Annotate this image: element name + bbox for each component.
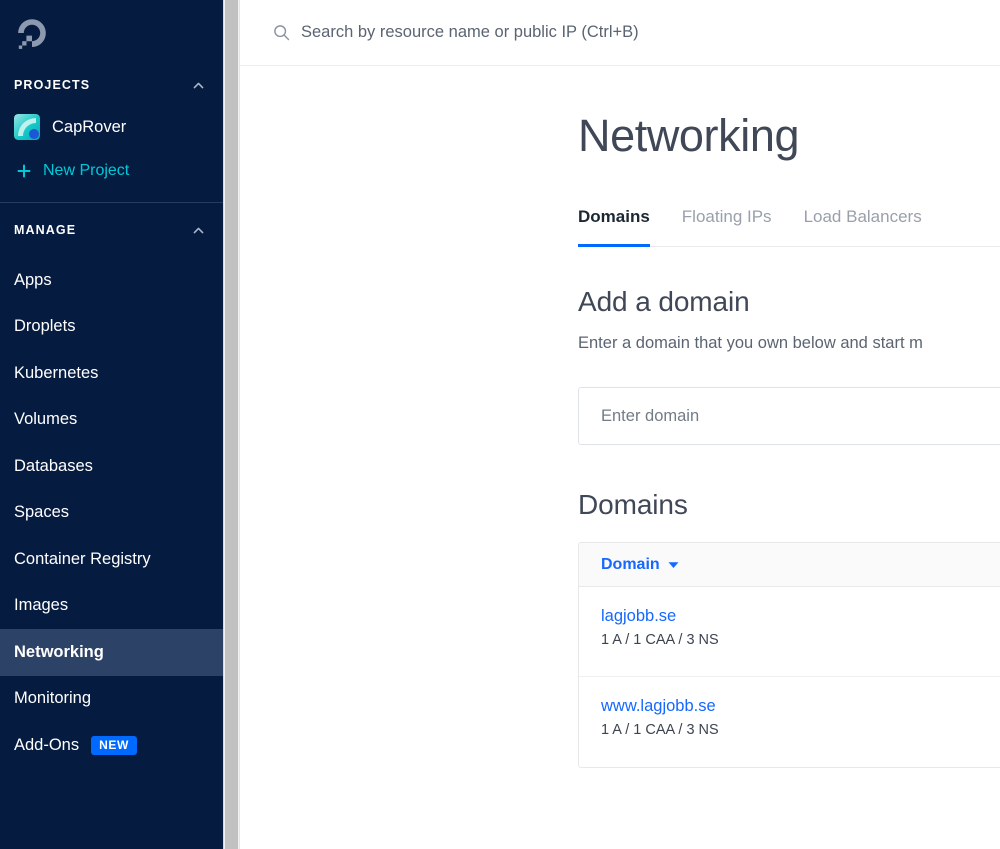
domain-link[interactable]: lagjobb.se: [601, 607, 1000, 626]
domain-record-counts: 1 A / 1 CAA / 3 NS: [601, 722, 719, 739]
sidebar: PROJECTS CapRover New Project MANAGE App…: [0, 0, 223, 849]
manage-nav-list: Apps Droplets Kubernetes Volumes Databas…: [0, 257, 223, 769]
new-project-button[interactable]: New Project: [0, 150, 223, 192]
sidebar-item-label: Container Registry: [14, 549, 151, 568]
search-icon: [274, 25, 290, 41]
sidebar-item-label: Images: [14, 596, 69, 615]
project-label: CapRover: [52, 117, 127, 136]
project-icon: [14, 114, 40, 140]
sidebar-item-label: Spaces: [14, 503, 70, 522]
sidebar-item-label: Monitoring: [14, 689, 92, 708]
tab-domains[interactable]: Domains: [578, 207, 650, 248]
add-domain-description: Enter a domain that you own below and st…: [578, 334, 923, 353]
sidebar-project-caprover[interactable]: CapRover: [0, 104, 223, 150]
brand-logo[interactable]: [0, 0, 223, 66]
manage-section-header[interactable]: MANAGE: [0, 203, 223, 257]
new-project-label: New Project: [43, 162, 130, 179]
sidebar-item-label: Networking: [14, 642, 104, 661]
new-badge: NEW: [91, 735, 137, 755]
domains-heading: Domains: [578, 489, 688, 521]
sidebar-item-droplets[interactable]: Droplets: [0, 304, 223, 351]
domain-link[interactable]: www.lagjobb.se: [601, 697, 1000, 716]
sidebar-item-label: Volumes: [14, 410, 78, 429]
table-row[interactable]: lagjobb.se 1 A / 1 CAA / 3 NS: [579, 587, 1000, 678]
digitalocean-logo-icon: [18, 19, 46, 49]
page-content: Networking Domains Floating IPs Load Bal…: [240, 66, 1000, 769]
table-row[interactable]: www.lagjobb.se 1 A / 1 CAA / 3 NS: [579, 677, 1000, 767]
sidebar-item-add-ons[interactable]: Add-Ons NEW: [0, 722, 223, 769]
projects-section-title: PROJECTS: [14, 78, 91, 92]
sidebar-item-label: Droplets: [14, 317, 76, 336]
sidebar-item-images[interactable]: Images: [0, 583, 223, 630]
sidebar-item-label: Databases: [14, 456, 93, 475]
scrollbar-thumb[interactable]: [225, 0, 238, 849]
sidebar-item-label: Kubernetes: [14, 363, 99, 382]
sidebar-item-networking[interactable]: Networking: [0, 629, 223, 676]
plus-icon: [17, 164, 31, 178]
top-search-bar: [240, 0, 1000, 66]
sidebar-item-container-registry[interactable]: Container Registry: [0, 536, 223, 583]
sidebar-item-spaces[interactable]: Spaces: [0, 490, 223, 537]
sidebar-item-kubernetes[interactable]: Kubernetes: [0, 350, 223, 397]
tab-load-balancers[interactable]: Load Balancers: [804, 207, 922, 246]
sidebar-item-monitoring[interactable]: Monitoring: [0, 676, 223, 723]
page-title: Networking: [578, 110, 800, 161]
tab-bar: Domains Floating IPs Load Balancers: [578, 207, 1000, 248]
main-content: Networking Domains Floating IPs Load Bal…: [240, 0, 1000, 849]
projects-section-header[interactable]: PROJECTS: [0, 66, 223, 104]
search-container[interactable]: [273, 23, 861, 42]
chevron-up-icon[interactable]: [192, 224, 205, 237]
column-header-domain[interactable]: Domain: [601, 556, 679, 574]
tab-floating-ips[interactable]: Floating IPs: [682, 207, 772, 246]
sidebar-item-volumes[interactable]: Volumes: [0, 397, 223, 444]
caret-down-icon[interactable]: [668, 561, 679, 569]
domain-input[interactable]: [578, 387, 1000, 446]
page-scrollbar[interactable]: [223, 0, 240, 849]
sidebar-item-label: Add-Ons: [14, 735, 80, 754]
domains-table-header: Domain: [579, 543, 1000, 588]
sidebar-item-label: Apps: [14, 270, 52, 289]
search-input[interactable]: [301, 23, 861, 42]
sidebar-item-apps[interactable]: Apps: [0, 257, 223, 304]
manage-section-title: MANAGE: [14, 223, 77, 237]
domains-table: Domain lagjobb.se 1 A / 1 CAA / 3 NS www…: [578, 542, 1000, 769]
app-root: PROJECTS CapRover New Project MANAGE App…: [0, 0, 1000, 849]
add-domain-heading: Add a domain: [578, 286, 750, 318]
domain-record-counts: 1 A / 1 CAA / 3 NS: [601, 632, 719, 649]
column-header-label: Domain: [601, 555, 660, 573]
chevron-up-icon[interactable]: [192, 79, 205, 92]
sidebar-item-databases[interactable]: Databases: [0, 443, 223, 490]
